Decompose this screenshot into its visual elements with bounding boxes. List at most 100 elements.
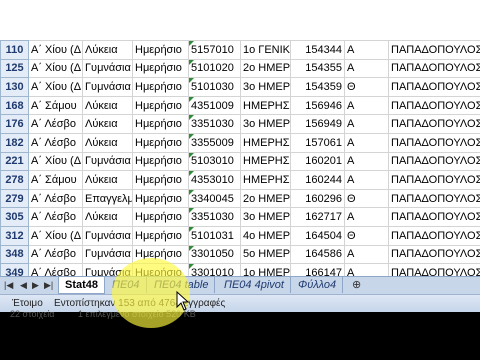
tab-pe04-4pivot[interactable]: ΠΕ04 4pivot [218,277,291,293]
cell-surname[interactable]: ΠΑΠΑΔΟΠΟΥΛΟΣ [388,244,480,265]
cell-surname[interactable]: ΠΑΠΑΔΟΠΟΥΛΟΣ [388,95,480,116]
cell-specialty[interactable]: Α [344,151,389,172]
cell-surname[interactable]: ΠΑΠΑΔΟΠΟΥΛΟΣ [388,170,480,190]
row-number[interactable]: 348 [0,244,29,265]
cell-code[interactable]: 5103010 [188,151,241,172]
cell-specialty[interactable]: Α [344,207,389,227]
cell-surname[interactable]: ΠΑΠΑΔΟΠΟΥΛΟΣ [388,151,480,172]
cell-shift[interactable]: Ημερήσιο [132,132,189,153]
cell-school-name[interactable]: 3ο ΗΜΕΡΗ [240,114,291,134]
cell-specialty[interactable]: Α [344,58,389,79]
cell-school-type[interactable]: Λύκεια [82,114,133,134]
cell-id[interactable]: 160244 [290,170,345,190]
cell-school[interactable]: Α΄ Λέσβο [28,207,83,227]
cell-code[interactable]: 5101031 [188,225,241,246]
cell-school[interactable]: Α΄ Χίου (Δ [28,77,83,97]
cell-school-name[interactable]: ΗΜΕΡΗΣΙΟ [240,132,291,153]
cell-school-type[interactable]: Επαγγελμ [82,188,133,209]
last-sheet-icon[interactable]: ▶| [44,280,53,291]
cell-id[interactable]: 154344 [290,40,345,60]
row-number[interactable]: 221 [0,151,29,172]
cell-code[interactable]: 3301050 [188,244,241,265]
cell-code[interactable]: 3355009 [188,132,241,153]
cell-school[interactable]: Α΄ Λέσβο [28,244,83,265]
cell-shift[interactable]: Ημερήσιο [132,40,189,60]
cell-specialty[interactable]: Θ [344,188,389,209]
table-row[interactable]: 168Α΄ ΣάμουΛύκειαΗμερήσιο4351009ΗΜΕΡΗΣΙΟ… [0,95,480,116]
cell-code[interactable]: 5101020 [188,58,241,79]
cell-shift[interactable]: Ημερήσιο [132,77,189,97]
row-number[interactable]: 182 [0,132,29,153]
table-row[interactable]: 312 Α΄ Χίου (Δ Γυμνάσια Ημερήσιο 5101031 4ο Η… [0,225,480,246]
cell-school-type[interactable]: Λύκεια [82,40,133,60]
cell-id[interactable]: 156949 [290,114,345,134]
prev-sheet-icon[interactable]: ◀ [20,280,27,291]
cell-specialty[interactable]: Θ [344,77,389,97]
cell-school-type[interactable]: Λύκεια [82,95,133,116]
cell-shift[interactable]: Ημερήσιο [132,188,189,209]
cell-shift[interactable]: Ημερήσιο [132,114,189,134]
cell-specialty[interactable]: Α [344,40,389,60]
cell-code[interactable]: 5157010 [188,40,241,60]
cell-school-type[interactable]: Γυμνάσια [82,58,133,79]
cell-school-name[interactable]: 4ο ΗΜΕΡΗ [240,225,291,246]
table-row[interactable]: 125 Α΄ Χίου (Δ Γυμνάσια Ημερήσιο 5101020 2ο Η… [0,58,480,79]
tab-stat48[interactable]: Stat48 [58,277,106,294]
row-number[interactable]: 176 [0,114,29,134]
cell-shift[interactable]: Ημερήσιο [132,58,189,79]
cell-id[interactable]: 160201 [290,151,345,172]
cell-school-name[interactable]: 2ο ΗΜΕΡΗ [240,188,291,209]
cell-shift[interactable]: Ημερήσιο [132,170,189,190]
cell-surname[interactable]: ΠΑΠΑΔΟΠΟΥΛΟΣ [388,188,480,209]
row-number[interactable]: 130 [0,77,29,97]
cell-surname[interactable]: ΠΑΠΑΔΟΠΟΥΛΟΣ [388,114,480,134]
cell-id[interactable]: 154355 [290,58,345,79]
cell-school-type[interactable]: Γυμνάσια [82,151,133,172]
cell-id[interactable]: 164504 [290,225,345,246]
cell-school-name[interactable]: 2ο ΗΜΕΡΗ [240,58,291,79]
cell-specialty[interactable]: Θ [344,225,389,246]
cell-code[interactable]: 4351009 [188,95,241,116]
cell-id[interactable]: 157061 [290,132,345,153]
cell-school[interactable]: Α΄ Χίου (Δ [28,58,83,79]
cell-school-name[interactable]: 5ο ΗΜΕΡΗ [240,244,291,265]
insert-sheet-icon[interactable]: ⊕ [352,278,361,291]
cell-code[interactable]: 3351030 [188,207,241,227]
table-row[interactable]: 305Α΄ ΛέσβοΛύκειαΗμερήσιο33510303ο ΗΜΕΡΗ… [0,207,480,227]
cell-school-name[interactable]: ΗΜΕΡΗΣΙΟ [240,170,291,190]
first-sheet-icon[interactable]: |◀ [4,280,13,291]
cell-school-type[interactable]: Λύκεια [82,170,133,190]
cell-school-name[interactable]: 3ο ΗΜΕΡΗ [240,207,291,227]
row-number[interactable]: 279 [0,188,29,209]
cell-shift[interactable]: Ημερήσιο [132,95,189,116]
cell-school-name[interactable]: ΗΜΕΡΗΣΙΟ [240,151,291,172]
cell-id[interactable]: 162717 [290,207,345,227]
cell-id[interactable]: 154359 [290,77,345,97]
cell-school[interactable]: Α΄ Λέσβο [28,132,83,153]
cell-shift[interactable]: Ημερήσιο [132,207,189,227]
cell-shift[interactable]: Ημερήσιο [132,151,189,172]
table-row[interactable]: 348 Α΄ Λέσβο Γυμνάσια Ημερήσιο 3301050 5ο ΗΜΕ… [0,244,480,265]
cell-surname[interactable]: ΠΑΠΑΔΟΠΟΥΛΟΣ [388,58,480,79]
cell-specialty[interactable]: Α [344,95,389,116]
table-row[interactable]: 176Α΄ ΛέσβοΛύκειαΗμερήσιο33510303ο ΗΜΕΡΗ… [0,114,480,134]
cell-school-name[interactable]: ΗΜΕΡΗΣΙΟ [240,95,291,116]
cell-school[interactable]: Α΄ Σάμου [28,170,83,190]
cell-school[interactable]: Α΄ Χίου (Δ [28,151,83,172]
table-row[interactable]: 221 Α΄ Χίου (Δ Γυμνάσια Ημερήσιο 5103010 ΗΜΕΡ… [0,151,480,172]
cell-school-type[interactable]: Γυμνάσια [82,77,133,97]
table-row[interactable]: 278Α΄ ΣάμουΛύκειαΗμερήσιο4353010ΗΜΕΡΗΣΙΟ… [0,170,480,190]
cell-school[interactable]: Α΄ Χίου (Δ [28,40,83,60]
table-row[interactable]: 130 Α΄ Χίου (Δ Γυμνάσια Ημερήσιο 5101030 3ο Η… [0,77,480,97]
cell-surname[interactable]: ΠΑΠΑΔΟΠΟΥΛΟΣ [388,77,480,97]
cell-surname[interactable]: ΠΑΠΑΔΟΠΟΥΛΟΣ [388,225,480,246]
cell-specialty[interactable]: Α [344,170,389,190]
tab-fyllo4[interactable]: Φύλλο4 [292,277,344,293]
cell-code[interactable]: 4353010 [188,170,241,190]
cell-school-type[interactable]: Λύκεια [82,207,133,227]
cell-id[interactable]: 160296 [290,188,345,209]
table-row[interactable]: 279 Α΄ Λέσβο Επαγγελμ Ημερήσιο 3340045 2ο ΗΜΕ… [0,188,480,209]
cell-school-type[interactable]: Γυμνάσια [82,244,133,265]
cell-specialty[interactable]: Α [344,114,389,134]
cell-specialty[interactable]: Α [344,132,389,153]
